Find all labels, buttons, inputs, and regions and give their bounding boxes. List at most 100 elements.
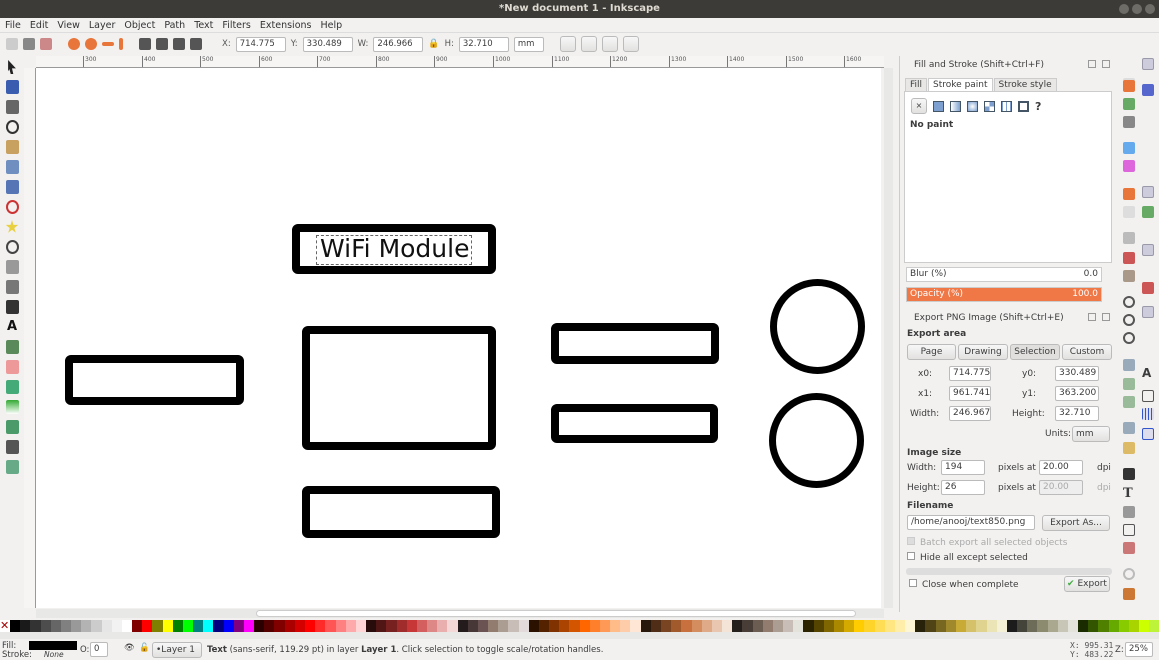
- color-swatch[interactable]: [630, 620, 641, 632]
- fill-swatch[interactable]: [29, 641, 77, 650]
- color-swatch[interactable]: [406, 620, 417, 632]
- clone-icon[interactable]: [1123, 378, 1135, 390]
- lock-icon[interactable]: 🔒: [428, 39, 439, 49]
- color-swatch[interactable]: [1108, 620, 1119, 632]
- paint-bucket-tool-icon[interactable]: [5, 380, 19, 394]
- layers-icon[interactable]: [1123, 506, 1135, 518]
- scale-corners-icon[interactable]: [580, 36, 597, 52]
- opacity-slider[interactable]: Opacity (%) 100.0: [906, 287, 1102, 302]
- palette-scrollbar[interactable]: [0, 632, 1159, 639]
- color-swatch[interactable]: [325, 620, 336, 632]
- ungroup-icon[interactable]: [1123, 442, 1135, 454]
- circle-shape[interactable]: [770, 279, 865, 374]
- color-swatch[interactable]: [783, 620, 794, 632]
- color-swatch[interactable]: [1017, 620, 1028, 632]
- color-swatch[interactable]: [671, 620, 682, 632]
- close-button[interactable]: [1145, 4, 1155, 14]
- cut-icon[interactable]: [1123, 252, 1135, 264]
- color-swatch[interactable]: [366, 620, 377, 632]
- color-swatch[interactable]: [1037, 620, 1048, 632]
- snap-others-icon[interactable]: [1142, 306, 1154, 318]
- color-swatch[interactable]: [396, 620, 407, 632]
- text-tool-icon[interactable]: A: [6, 320, 19, 334]
- tab-stroke-paint[interactable]: Stroke paint: [928, 78, 993, 91]
- color-swatch[interactable]: [691, 620, 702, 632]
- swatch-button[interactable]: [1018, 100, 1029, 112]
- custom-button[interactable]: Custom: [1062, 344, 1112, 360]
- color-swatch[interactable]: [1057, 620, 1068, 632]
- dpi-field[interactable]: 20.00: [1039, 460, 1083, 475]
- x-field[interactable]: 714.775: [235, 36, 286, 52]
- color-swatch[interactable]: [30, 620, 41, 632]
- snap-grid-icon[interactable]: [1142, 408, 1154, 420]
- color-swatch[interactable]: [559, 620, 570, 632]
- fill-stroke-icon[interactable]: [1123, 468, 1135, 480]
- unlink-clone-icon[interactable]: [1123, 396, 1135, 408]
- selection-button[interactable]: Selection: [1010, 344, 1060, 360]
- copy-icon[interactable]: [1123, 232, 1135, 244]
- color-swatch[interactable]: [142, 620, 153, 632]
- color-palette[interactable]: ✕: [0, 620, 1159, 632]
- deselect-icon[interactable]: [40, 38, 52, 50]
- color-swatch[interactable]: [1067, 620, 1079, 632]
- connector-tool-icon[interactable]: [5, 460, 19, 474]
- color-swatch[interactable]: [935, 620, 946, 632]
- color-swatch[interactable]: [599, 620, 611, 632]
- color-swatch[interactable]: [945, 620, 956, 632]
- circle-shape[interactable]: [769, 393, 864, 488]
- dock-icon[interactable]: [1088, 313, 1096, 321]
- duplicate-icon[interactable]: [1123, 359, 1135, 371]
- color-swatch[interactable]: [844, 620, 855, 632]
- color-swatch[interactable]: [874, 620, 885, 632]
- color-swatch[interactable]: [60, 620, 72, 632]
- move-gradients-icon[interactable]: [601, 36, 618, 52]
- rectangle-shape[interactable]: [551, 404, 718, 443]
- spray-tool-icon[interactable]: [5, 340, 19, 354]
- color-swatch[interactable]: [589, 620, 600, 632]
- drawing-canvas[interactable]: WiFi Module: [36, 68, 881, 608]
- color-swatch[interactable]: [243, 620, 255, 632]
- no-paint-button[interactable]: ×: [911, 98, 927, 114]
- color-swatch[interactable]: [172, 620, 183, 632]
- color-swatch[interactable]: [1098, 620, 1109, 632]
- redo-icon[interactable]: [1123, 206, 1135, 218]
- menu-filters[interactable]: Filters: [222, 18, 250, 32]
- color-swatch[interactable]: [1088, 620, 1099, 632]
- snap-guide-icon[interactable]: [1142, 428, 1154, 440]
- calligraphy-tool-icon[interactable]: [5, 300, 19, 314]
- horizontal-scrollbar[interactable]: [36, 609, 884, 618]
- y1-field[interactable]: 363.200: [1055, 386, 1099, 401]
- rectangle-tool-icon[interactable]: [5, 160, 19, 174]
- color-swatch[interactable]: [223, 620, 234, 632]
- image-width-field[interactable]: 194: [941, 460, 985, 475]
- height-field[interactable]: 32.710: [458, 36, 509, 52]
- color-swatch[interactable]: [508, 620, 519, 632]
- color-swatch[interactable]: [376, 620, 387, 632]
- flip-horizontal-icon[interactable]: [102, 42, 114, 46]
- color-swatch[interactable]: [711, 620, 723, 632]
- units-select[interactable]: mm: [1072, 426, 1110, 442]
- color-swatch[interactable]: [823, 620, 834, 632]
- zoom-drawing-icon[interactable]: [1123, 314, 1135, 326]
- color-swatch[interactable]: [976, 620, 987, 632]
- minimize-button[interactable]: [1119, 4, 1129, 14]
- color-swatch[interactable]: [701, 620, 712, 632]
- color-swatch[interactable]: [427, 620, 438, 632]
- selector-tool-icon[interactable]: [8, 60, 16, 74]
- color-swatch[interactable]: [640, 620, 651, 632]
- color-swatch[interactable]: [498, 620, 509, 632]
- pattern-button[interactable]: [1001, 100, 1012, 112]
- stroke-swatch[interactable]: None: [44, 650, 64, 659]
- y0-field[interactable]: 330.489: [1055, 366, 1099, 381]
- align-distribute-icon[interactable]: [1123, 542, 1135, 554]
- x1-field[interactable]: 961.741: [949, 386, 991, 401]
- snap-toggle-icon[interactable]: [1142, 58, 1154, 70]
- document-properties-icon[interactable]: [1123, 588, 1135, 600]
- flat-color-button[interactable]: [933, 100, 944, 112]
- tab-stroke-style[interactable]: Stroke style: [993, 78, 1057, 91]
- dock-icon[interactable]: [1088, 60, 1096, 68]
- color-swatch[interactable]: [467, 620, 478, 632]
- snap-smooth-nodes-icon[interactable]: [1142, 244, 1154, 256]
- menu-view[interactable]: View: [57, 18, 80, 32]
- color-swatch[interactable]: [549, 620, 560, 632]
